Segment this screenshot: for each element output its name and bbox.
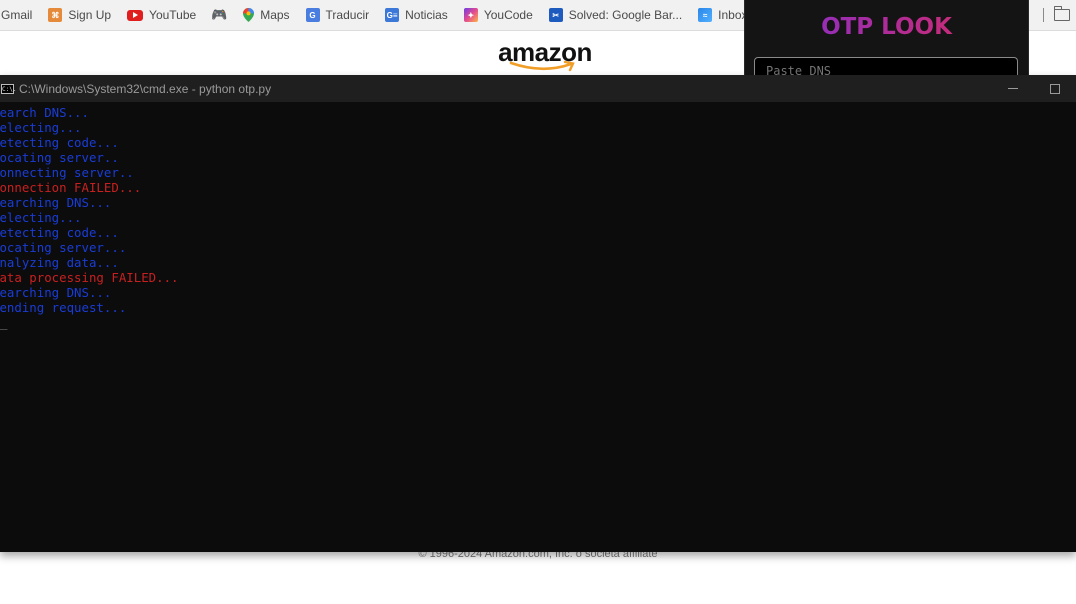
bookmark-label: Traducir (325, 8, 370, 22)
maps-pin-icon (242, 8, 254, 22)
console-cursor: _ (0, 315, 8, 330)
console-line: Connecting server.. (0, 165, 134, 180)
console-line: Selecting... (0, 210, 82, 225)
console-line: Detecting code... (0, 135, 119, 150)
bookmark-label: YouCode (483, 8, 533, 22)
amazon-smile-icon (509, 60, 575, 72)
bookmark-youtube[interactable]: YouTube (119, 0, 204, 30)
window-controls (992, 75, 1076, 102)
folder-icon[interactable] (1053, 6, 1070, 21)
console-line: Detecting code... (0, 225, 119, 240)
maximize-icon (1050, 83, 1060, 94)
minimize-icon (1008, 88, 1018, 89)
bookmark-maps[interactable]: Maps (234, 0, 297, 30)
bookmark-traducir[interactable]: G Traducir (298, 0, 378, 30)
bookmark-label: Sign Up (68, 8, 112, 22)
cmd-window-title: C:\Windows\System32\cmd.exe - python otp… (19, 81, 272, 96)
console-line-error: Connection FAILED... (0, 180, 142, 195)
maximize-button[interactable] (1034, 75, 1076, 102)
bookmark-label: Maps (260, 8, 290, 22)
bookmark-label: Noticias (405, 8, 448, 22)
bookmark-noticias[interactable]: G≡ Noticias (377, 0, 456, 30)
youcode-icon: ✦ (463, 8, 478, 22)
otp-look-panel: OTP LOOK (744, 0, 1029, 85)
console-line: Locating server... (0, 240, 127, 255)
cmd-window: C:\. C:\Windows\System32\cmd.exe - pytho… (0, 75, 1076, 552)
youtube-icon (127, 9, 144, 21)
bookmark-label: YouTube (149, 8, 197, 22)
console-line: Sending request... (0, 300, 127, 315)
solved-icon: ✂ (548, 8, 563, 22)
console-line: Search DNS... (0, 105, 89, 120)
bookmark-gmail[interactable]: Gmail (0, 0, 40, 30)
inbox-icon: ≈ (698, 8, 713, 22)
console-line-error: Data processing FAILED... (0, 270, 179, 285)
bookmark-youcode[interactable]: ✦ YouCode (456, 0, 541, 30)
cmd-output[interactable]: Search DNS... Selecting... Detecting code.… (0, 102, 1076, 330)
bookmark-solved[interactable]: ✂ Solved: Google Bar... (541, 0, 690, 30)
console-line: Selecting... (0, 120, 82, 135)
bookmark-sign-up[interactable]: ⌘ Sign Up (40, 0, 119, 30)
signup-icon: ⌘ (48, 8, 63, 22)
otp-look-title: OTP LOOK (745, 14, 1028, 40)
minimize-button[interactable] (992, 75, 1034, 102)
bookmark-label: Solved: Google Bar... (568, 8, 683, 22)
console-line: Locating server.. (0, 150, 119, 165)
bookmark-label: Gmail (1, 8, 33, 22)
bookmark-gamepad[interactable]: 🎮 (204, 0, 234, 30)
translate-icon: G (305, 8, 320, 22)
cmd-app-icon: C:\. (1, 83, 17, 94)
amazon-logo[interactable]: amazon (495, 38, 595, 74)
gamepad-icon: 🎮 (211, 7, 228, 22)
console-line: Searching DNS... (0, 195, 112, 210)
console-line: Analyzing data... (0, 255, 119, 270)
news-icon: G≡ (385, 8, 400, 22)
cmd-titlebar[interactable]: C:\. C:\Windows\System32\cmd.exe - pytho… (0, 75, 1076, 102)
bookmarks-divider (1043, 8, 1044, 22)
console-line: Searching DNS... (0, 285, 112, 300)
